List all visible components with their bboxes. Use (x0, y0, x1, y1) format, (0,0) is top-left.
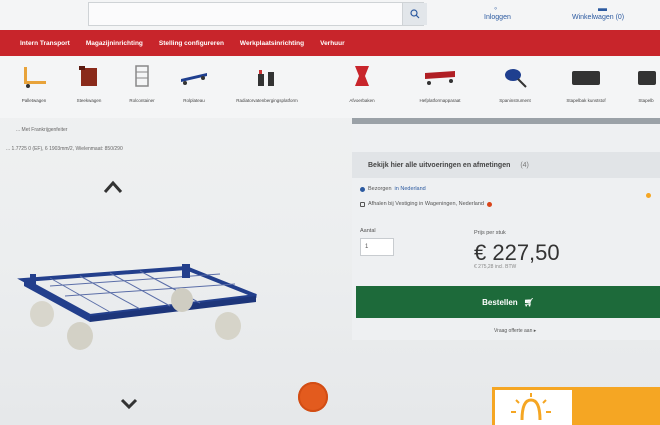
pickup-option[interactable]: Afhalen bij Vestiging in Wageningen, Ned… (360, 201, 492, 207)
promo-banner[interactable] (572, 387, 660, 425)
nav-item-magazijninrichting[interactable]: Magazijninrichting (86, 40, 143, 47)
category-label: Afvoerbaken (349, 98, 375, 103)
request-quote-link[interactable]: Vraag offerte aan ▸ (494, 328, 536, 334)
view-all-label: Bekijk hier alle uitvoeringen en afmetin… (368, 161, 511, 169)
chevron-up-icon[interactable] (102, 178, 124, 196)
discount-badge-icon[interactable] (298, 382, 328, 412)
checkbox[interactable] (360, 201, 365, 207)
category-item[interactable]: Radiatorvatenbergingsplatform (226, 56, 308, 118)
category-label: Palletwagen (21, 98, 47, 103)
crate-icon (638, 71, 656, 85)
view-all-variants-link[interactable]: Bekijk hier alle uitvoeringen en afmetin… (352, 152, 660, 178)
cart-icon: 🛒︎ (523, 297, 534, 307)
category-label: Spaninstrument (499, 98, 531, 103)
order-button-label: Bestellen (482, 297, 518, 307)
panel-divider (352, 118, 660, 124)
pallet-truck-icon (24, 67, 46, 88)
hand-truck-icon (79, 66, 97, 86)
category-item[interactable]: Spaninstrument (490, 56, 540, 118)
category-label: Rolplateau (183, 98, 205, 103)
category-strip: Palletwagen Steekwagen Rolcontainer Rolp… (0, 56, 660, 118)
main-nav: Intern Transport Magazijninrichting Stel… (0, 30, 660, 56)
order-button[interactable]: Bestellen 🛒︎ (356, 286, 660, 318)
top-bar: ◦ Inloggen ▬ Winkelwagen (0) (0, 0, 660, 30)
search-input[interactable] (88, 2, 424, 26)
lifting-tool-icon (258, 70, 274, 86)
user-icon[interactable]: ◦ (494, 3, 497, 13)
category-label: Hefplatformapparaat (419, 98, 461, 103)
delivery-option[interactable]: Bezorgen in Nederland (360, 186, 426, 192)
category-item[interactable]: Hefplatformapparaat (402, 56, 478, 118)
info-icon[interactable] (487, 201, 492, 207)
quantity-label: Aantal (360, 228, 376, 234)
request-quote-label: Vraag offerte aan (494, 328, 533, 334)
search-button[interactable] (402, 3, 427, 25)
delivery-option-label: Bezorgen (368, 186, 392, 192)
category-item[interactable]: Stapelb (632, 56, 660, 118)
radio-selected[interactable] (360, 186, 365, 192)
nav-item-intern-transport[interactable]: Intern Transport (20, 40, 70, 47)
login-link[interactable]: Inloggen (484, 14, 511, 21)
chevron-right-icon: ▸ (533, 328, 537, 334)
category-label: Rolcontainer (129, 98, 155, 103)
nav-item-werkplaatsinrichting[interactable]: Werkplaatsinrichting (240, 40, 304, 47)
status-dot (646, 193, 651, 198)
cart-link[interactable]: Winkelwagen (0) (572, 14, 624, 21)
category-item[interactable]: Steekwagen (64, 56, 114, 118)
price: € 227,50 (474, 240, 560, 265)
cart-icon[interactable]: ▬ (598, 3, 607, 13)
breadcrumb[interactable]: ... Met Frankrijgenfeiter (16, 127, 67, 133)
lift-table-icon (425, 71, 455, 85)
screenshot-frame: ◦ Inloggen ▬ Winkelwagen (0) Intern Tran… (0, 0, 660, 425)
dolly-icon (181, 73, 207, 85)
pickup-option-label: Afhalen bij Vestiging in Wageningen, Ned… (368, 201, 484, 207)
quantity-input[interactable]: 1 (360, 238, 394, 256)
category-item[interactable]: Rolcontainer (116, 56, 168, 118)
category-item[interactable]: Palletwagen (8, 56, 60, 118)
rack-icon (355, 66, 369, 86)
search-icon (410, 9, 420, 19)
nav-item-stelling-configureren[interactable]: Stelling configureren (159, 40, 224, 47)
product-spec-line: ... 1.7725 0 (EF), 6 1903mm/2, Wielenmaa… (6, 146, 123, 152)
crate-icon (572, 71, 600, 85)
category-label: Radiatorvatenbergingsplatform (236, 98, 298, 103)
price-incl-vat: € 275,28 incl. BTW (474, 264, 517, 270)
category-label: Steekwagen (76, 98, 102, 103)
nav-item-verhuur[interactable]: Verhuur (320, 40, 345, 47)
roll-container-icon (135, 65, 149, 87)
country-link[interactable]: in Nederland (395, 186, 426, 192)
strap-icon (505, 69, 527, 88)
lightbulb-icon (511, 393, 551, 421)
category-label: Stapelb (638, 98, 654, 103)
variant-count: (4) (520, 161, 529, 169)
category-item[interactable]: Rolplateau (168, 56, 220, 118)
price-label: Prijs per stuk (474, 230, 506, 236)
category-item[interactable]: Stapelbak kunststof (548, 56, 624, 118)
chevron-down-icon[interactable] (118, 396, 140, 412)
pallet-dolly-image (17, 264, 257, 350)
category-label: Stapelbak kunststof (566, 98, 606, 103)
category-item[interactable]: Afvoerbaken (340, 56, 384, 118)
